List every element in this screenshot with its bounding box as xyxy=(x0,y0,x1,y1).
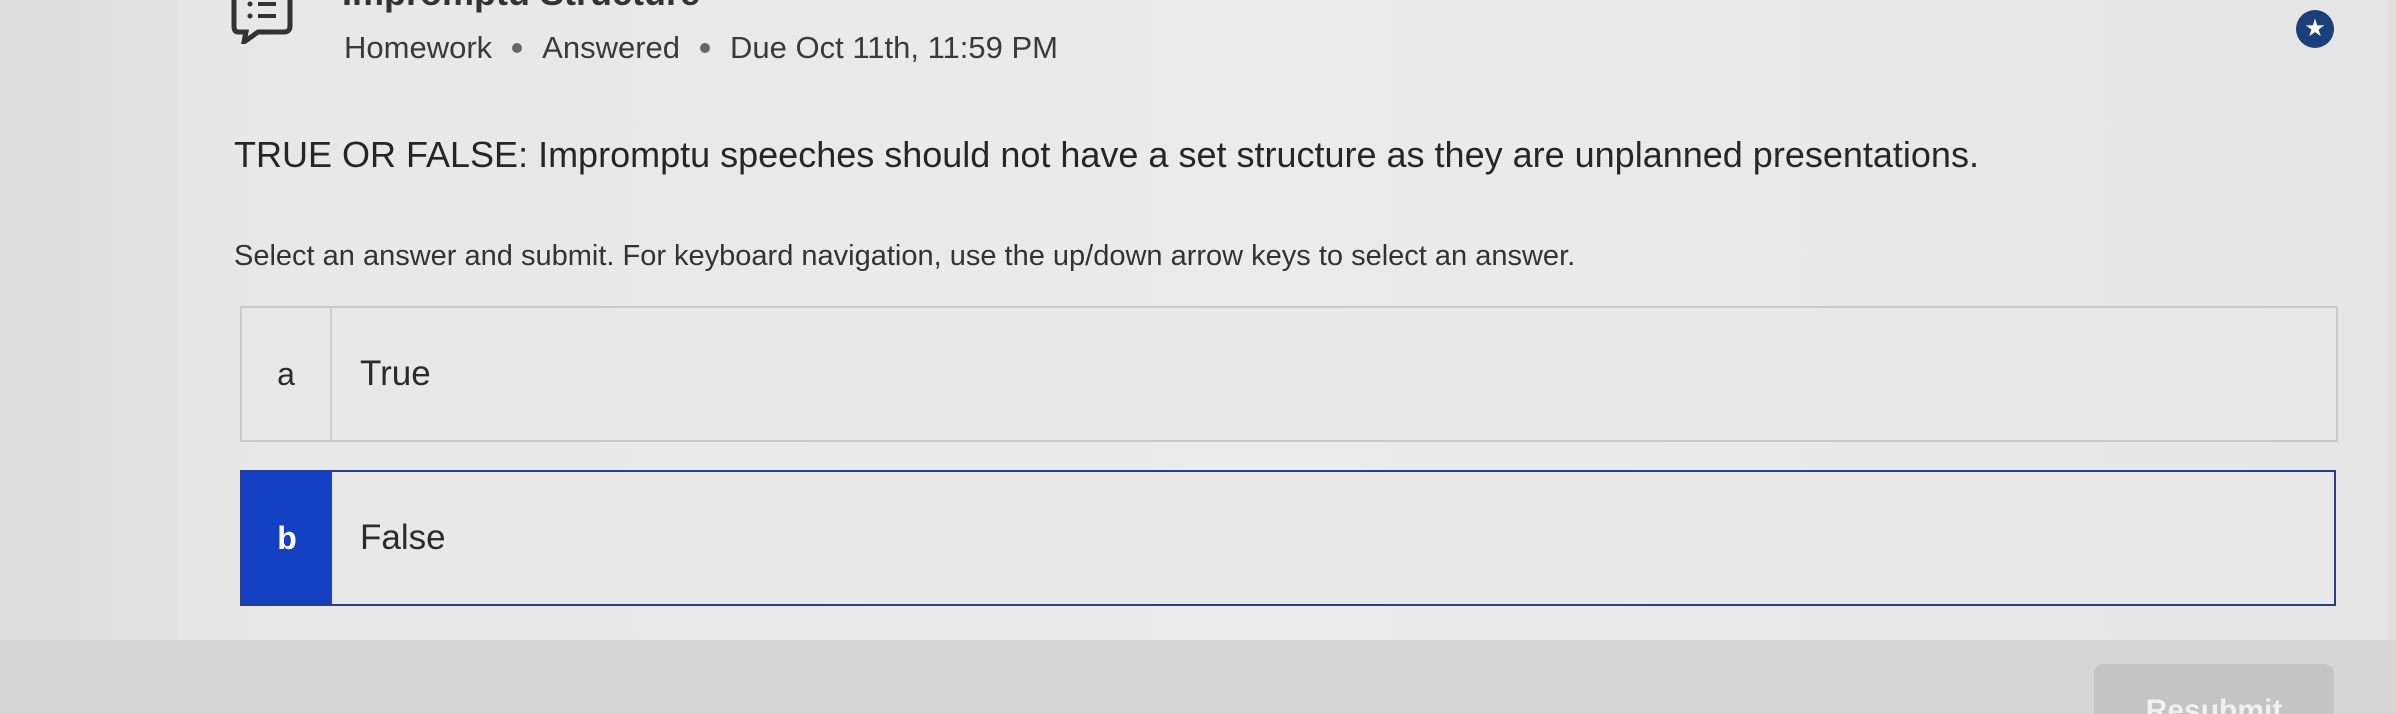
instructions-text: Select an answer and submit. For keyboar… xyxy=(234,240,1576,272)
resubmit-button[interactable]: Resubmit xyxy=(2094,664,2334,714)
separator-dot xyxy=(512,43,523,53)
assignment-status: Answered xyxy=(542,30,681,65)
option-letter: b xyxy=(242,472,332,604)
question-text: TRUE OR FALSE: Impromptu speeches should… xyxy=(234,134,1979,175)
separator-dot xyxy=(700,43,711,53)
footer-strip xyxy=(0,640,2396,714)
list-chat-icon xyxy=(231,0,293,44)
star-icon: ★ xyxy=(2304,15,2326,42)
due-date: Due Oct 11th, 11:59 PM xyxy=(730,30,1058,65)
assignment-meta: Homework Answered Due Oct 11th, 11:59 PM xyxy=(344,28,1058,68)
option-letter: a xyxy=(242,308,332,440)
assignment-title: Impromptu Structure xyxy=(342,0,700,14)
assignment-type: Homework xyxy=(344,30,493,65)
answer-option-a[interactable]: a True xyxy=(240,306,2338,442)
option-text: True xyxy=(360,354,431,393)
option-text: False xyxy=(360,518,446,557)
answer-option-b[interactable]: b False xyxy=(240,470,2336,606)
favorite-button[interactable]: ★ xyxy=(2296,10,2334,48)
